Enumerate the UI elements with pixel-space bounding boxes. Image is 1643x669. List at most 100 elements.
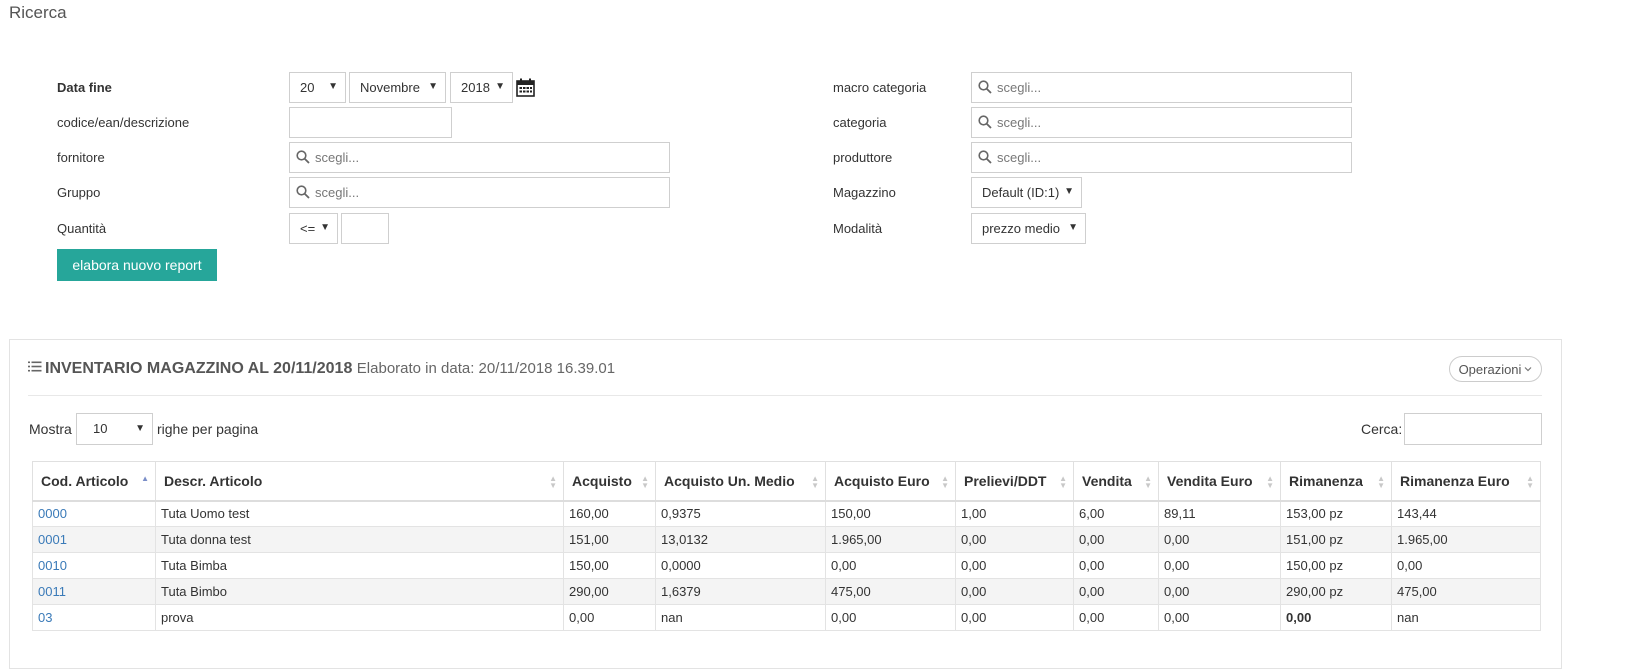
search-icon xyxy=(296,185,310,199)
article-code-link[interactable]: 0000 xyxy=(32,500,156,527)
categoria-label: categoria xyxy=(833,115,887,130)
column-header[interactable]: Acquisto ▲ ▼ xyxy=(563,461,656,502)
chevron-down-icon: ▼ xyxy=(1064,186,1074,197)
year-value: 2018 xyxy=(461,80,490,95)
operazioni-button[interactable]: Operazioni xyxy=(1449,356,1542,382)
article-code-link[interactable]: 0010 xyxy=(32,552,156,579)
column-header-label: Vendita xyxy=(1082,472,1132,489)
table-cell: 153,00 pz xyxy=(1280,500,1392,527)
table-cell: 0,00 xyxy=(1158,552,1281,579)
table-cell: 13,0132 xyxy=(655,526,826,553)
modalita-value: prezzo medio xyxy=(982,221,1061,236)
search-icon xyxy=(296,150,310,164)
magazzino-label: Magazzino xyxy=(833,185,896,200)
sort-icon: ▲ ▼ xyxy=(1266,474,1274,490)
panel-divider xyxy=(28,395,1542,396)
column-header-label: Rimanenza xyxy=(1289,472,1363,489)
column-header[interactable]: Vendita ▲ ▼ xyxy=(1073,461,1159,502)
table-cell: nan xyxy=(1391,604,1541,631)
table-cell: 0,00 xyxy=(825,604,956,631)
table-cell: 0,00 xyxy=(1158,526,1281,553)
article-code-link[interactable]: 03 xyxy=(32,604,156,631)
table-cell: nan xyxy=(655,604,826,631)
table-cell: 0,00 xyxy=(955,552,1074,579)
column-header-label: Descr. Articolo xyxy=(164,472,263,489)
month-select[interactable]: Novembre ▼ xyxy=(349,72,446,103)
magazzino-value: Default (ID:1) xyxy=(982,185,1060,200)
table-cell: 0,00 xyxy=(955,526,1074,553)
table-cell: 6,00 xyxy=(1073,500,1159,527)
column-header-label: Rimanenza Euro xyxy=(1400,472,1510,489)
page-size-value: 10 xyxy=(93,421,108,436)
categoria-select[interactable]: scegli... xyxy=(971,107,1352,138)
quantita-operator-select[interactable]: <= ▼ xyxy=(289,213,338,244)
cerca-label: Cerca: xyxy=(1361,421,1403,437)
table-cell: 150,00 xyxy=(563,552,656,579)
day-select[interactable]: 20 ▼ xyxy=(289,72,346,103)
produttore-select[interactable]: scegli... xyxy=(971,142,1352,173)
list-icon xyxy=(28,361,42,372)
macro-categoria-label: macro categoria xyxy=(833,80,927,95)
column-header[interactable]: Acquisto Un. Medio ▲ ▼ xyxy=(655,461,826,502)
table-cell: 0,00 xyxy=(1391,552,1541,579)
gruppo-placeholder: scegli... xyxy=(315,185,360,200)
gruppo-select[interactable]: scegli... xyxy=(289,177,670,208)
column-header[interactable]: Descr. Articolo ▲ ▼ xyxy=(155,461,564,502)
calendar-icon[interactable] xyxy=(516,78,535,97)
table-cell: 150,00 xyxy=(825,500,956,527)
column-header[interactable]: Rimanenza ▲ ▼ xyxy=(1280,461,1392,502)
table-cell: Tuta donna test xyxy=(155,526,564,553)
table-cell: 1.965,00 xyxy=(1391,526,1541,553)
column-header-label: Cod. Articolo xyxy=(41,472,129,489)
operazioni-label: Operazioni xyxy=(1458,361,1522,377)
search-icon xyxy=(978,150,992,164)
table-row: 0000 Tuta Uomo test 160,00 0,9375 150,00 1,00… xyxy=(32,500,1541,527)
table-cell: 0,00 xyxy=(1073,526,1159,553)
produttore-label: produttore xyxy=(833,150,893,165)
codice-input[interactable] xyxy=(289,107,452,138)
inventory-table: Cod. Articolo ▲ Descr. Articolo ▲ ▼ Acquisto ▲… xyxy=(32,461,1541,631)
column-header[interactable]: Vendita Euro ▲ ▼ xyxy=(1158,461,1281,502)
table-cell: 0,00 xyxy=(1280,604,1392,631)
sort-icon: ▲ ▼ xyxy=(811,474,819,490)
table-cell: 0,00 xyxy=(955,604,1074,631)
table-cell: 1,6379 xyxy=(655,578,826,605)
fornitore-select[interactable]: scegli... xyxy=(289,142,670,173)
column-header-label: Acquisto xyxy=(572,472,632,489)
table-cell: 0,9375 xyxy=(655,500,826,527)
table-cell: 89,11 xyxy=(1158,500,1281,527)
table-row: 0011 Tuta Bimbo 290,00 1,6379 475,00 0,00 0,00… xyxy=(32,578,1541,605)
table-row: 0010 Tuta Bimba 150,00 0,0000 0,00 0,00 0,00 0,… xyxy=(32,552,1541,579)
column-header[interactable]: Acquisto Euro ▲ ▼ xyxy=(825,461,956,502)
modalita-select[interactable]: prezzo medio ▼ xyxy=(971,213,1086,244)
column-header[interactable]: Cod. Articolo ▲ xyxy=(32,461,156,502)
page-size-select[interactable]: 10 ▼ xyxy=(76,413,153,445)
quantita-operator-value: <= xyxy=(300,221,316,236)
column-header-label: Acquisto Euro xyxy=(834,472,930,489)
magazzino-select[interactable]: Default (ID:1) ▼ xyxy=(971,177,1082,208)
produttore-placeholder: scegli... xyxy=(997,150,1042,165)
day-value: 20 xyxy=(300,80,315,95)
elabora-report-button[interactable]: elabora nuovo report xyxy=(57,249,217,281)
per-page-label: righe per pagina xyxy=(157,421,259,437)
table-cell: Tuta Bimba xyxy=(155,552,564,579)
table-cell: 160,00 xyxy=(563,500,656,527)
table-cell: 0,00 xyxy=(1073,578,1159,605)
article-code-link[interactable]: 0011 xyxy=(32,578,156,605)
report-title-text: INVENTARIO MAGAZZINO AL 20/11/2018 xyxy=(45,360,353,377)
year-select[interactable]: 2018 ▼ xyxy=(450,72,513,103)
column-header[interactable]: Prelievi/DDT ▲ ▼ xyxy=(955,461,1074,502)
table-cell: 0,00 xyxy=(1073,552,1159,579)
article-code-link[interactable]: 0001 xyxy=(32,526,156,553)
chevron-down-icon xyxy=(1525,367,1532,372)
column-header[interactable]: Rimanenza Euro ▲ ▼ xyxy=(1391,461,1541,502)
table-cell: 143,44 xyxy=(1391,500,1541,527)
column-header-label: Acquisto Un. Medio xyxy=(664,472,795,489)
table-cell: prova xyxy=(155,604,564,631)
macro-categoria-select[interactable]: scegli... xyxy=(971,72,1352,103)
table-search-input[interactable] xyxy=(1404,413,1542,445)
search-icon xyxy=(978,80,992,94)
table-cell: 475,00 xyxy=(1391,578,1541,605)
sort-icon: ▲ ▼ xyxy=(1526,474,1534,490)
quantita-input[interactable] xyxy=(341,213,389,244)
